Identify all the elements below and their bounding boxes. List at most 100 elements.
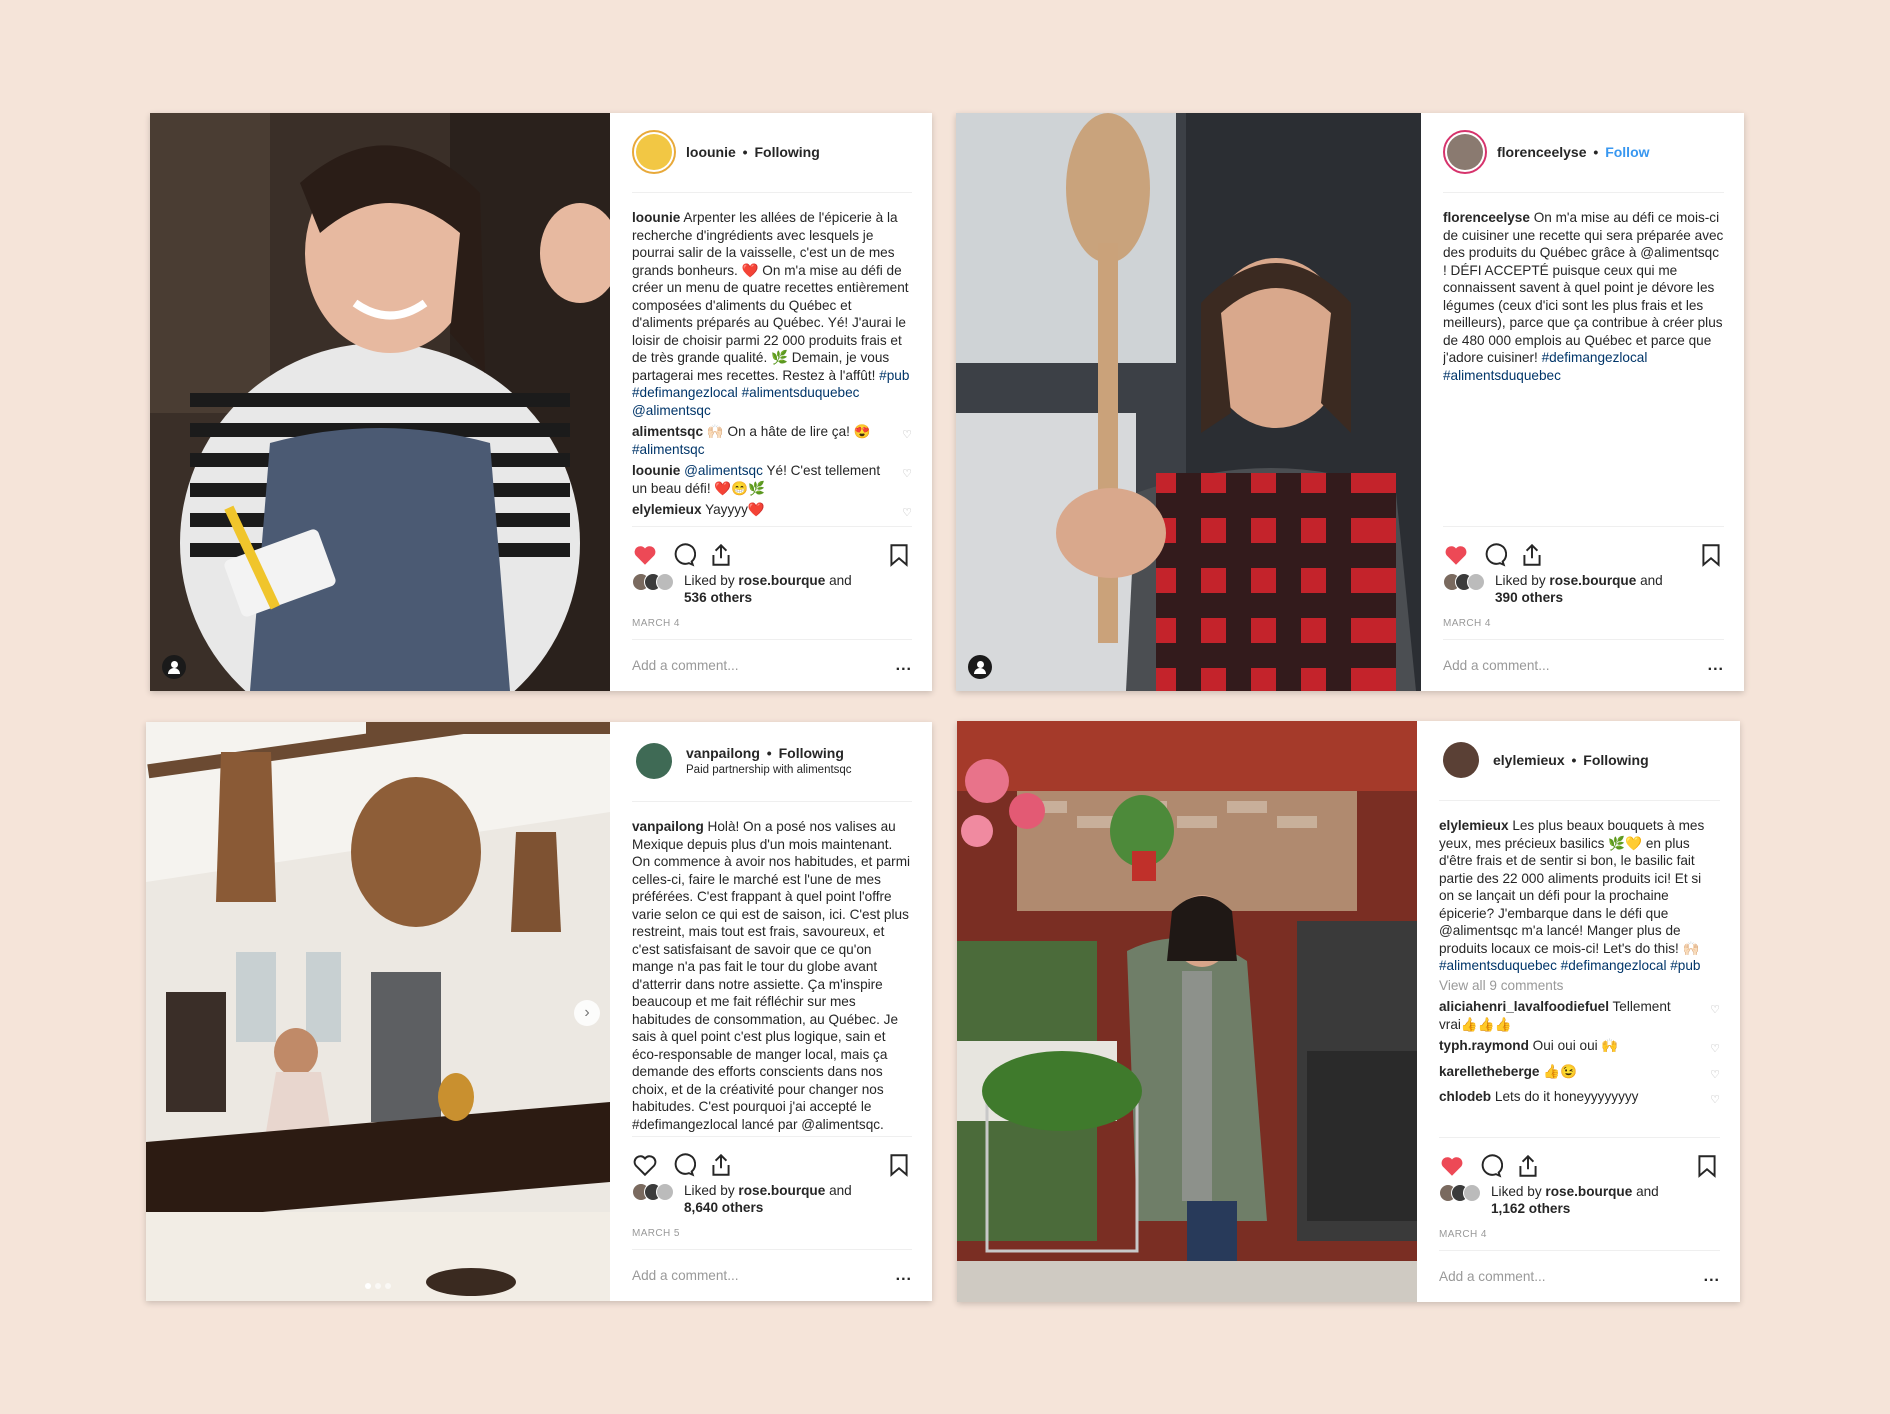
- add-comment-field[interactable]: Add a comment... ...: [632, 639, 912, 691]
- add-comment-field[interactable]: Add a comment... ...: [1439, 1250, 1720, 1302]
- follow-status[interactable]: Following: [1583, 752, 1648, 768]
- post-photo[interactable]: ›: [146, 722, 610, 1301]
- follow-status[interactable]: Following: [754, 144, 819, 160]
- comment-user[interactable]: karelletheberge: [1439, 1064, 1540, 1079]
- likes-summary: Liked by rose.bourque and 1,162 others: [1439, 1183, 1720, 1217]
- like-icon[interactable]: [632, 1152, 658, 1178]
- comment-icon[interactable]: [670, 1152, 696, 1178]
- bookmark-icon[interactable]: [1694, 1153, 1720, 1179]
- post-photo[interactable]: [150, 113, 610, 691]
- photo-woman-striped-shirt: [150, 113, 610, 691]
- comment-text: 🙌🏻 On a hâte de lire ça! 😍: [706, 424, 871, 439]
- paid-partnership-label[interactable]: Paid partnership with alimentsqc: [686, 764, 852, 776]
- add-comment-placeholder[interactable]: Add a comment...: [632, 1268, 739, 1283]
- comment-user[interactable]: typh.raymond: [1439, 1038, 1529, 1053]
- like-icon[interactable]: [1439, 1153, 1465, 1179]
- caption-user[interactable]: vanpailong: [632, 819, 704, 834]
- post-panel: vanpailong • Following Paid partnership …: [610, 722, 932, 1301]
- username[interactable]: florenceelyse: [1497, 144, 1587, 160]
- bookmark-icon[interactable]: [886, 542, 912, 568]
- comment-icon[interactable]: [1477, 1153, 1503, 1179]
- follow-status[interactable]: Following: [779, 745, 844, 761]
- likes-prefix: Liked by: [1495, 573, 1546, 588]
- comment-tag[interactable]: @alimentsqc: [684, 463, 763, 478]
- bookmark-icon[interactable]: [1698, 542, 1724, 568]
- comment: aliciahenri_lavalfoodiefuel Tellement vr…: [1439, 998, 1720, 1033]
- post-loounie: loounie • Following loounie Arpenter les…: [150, 113, 932, 691]
- likes-user[interactable]: rose.bourque: [738, 1183, 825, 1198]
- share-icon[interactable]: [1519, 542, 1545, 568]
- add-comment-placeholder[interactable]: Add a comment...: [1439, 1269, 1546, 1284]
- post-photo[interactable]: [956, 113, 1421, 691]
- caption-user[interactable]: elylemieux: [1439, 818, 1509, 833]
- user-tag-icon[interactable]: [968, 655, 992, 679]
- likes-user[interactable]: rose.bourque: [1545, 1184, 1632, 1199]
- comment-icon[interactable]: [1481, 542, 1507, 568]
- likes-summary: Liked by rose.bourque and 390 others: [1443, 572, 1724, 606]
- like-icon[interactable]: [1443, 542, 1469, 568]
- add-comment-placeholder[interactable]: Add a comment...: [1443, 658, 1550, 673]
- bookmark-icon[interactable]: [886, 1152, 912, 1178]
- comment-like-icon[interactable]: ♡: [1710, 1092, 1720, 1110]
- likes-and: and: [829, 573, 852, 588]
- post-body: loounie Arpenter les allées de l'épiceri…: [632, 193, 912, 526]
- post-photo[interactable]: [957, 721, 1417, 1302]
- username[interactable]: elylemieux: [1493, 752, 1565, 768]
- add-comment-field[interactable]: Add a comment... ...: [632, 1249, 912, 1301]
- likes-prefix: Liked by: [1491, 1184, 1542, 1199]
- comment-user[interactable]: alimentsqc: [632, 424, 703, 439]
- comment-like-icon[interactable]: ♡: [1710, 1067, 1720, 1085]
- comment-user[interactable]: loounie: [632, 463, 680, 478]
- caption-user[interactable]: florenceelyse: [1443, 210, 1530, 225]
- like-icon[interactable]: [632, 542, 658, 568]
- add-comment-placeholder[interactable]: Add a comment...: [632, 658, 739, 673]
- likes-others[interactable]: 536 others: [684, 590, 752, 605]
- comment-like-icon[interactable]: ♡: [1710, 1002, 1720, 1020]
- likes-others[interactable]: 8,640 others: [684, 1200, 763, 1215]
- comment: alimentsqc 🙌🏻 On a hâte de lire ça! 😍 #a…: [632, 423, 912, 458]
- likes-user[interactable]: rose.bourque: [738, 573, 825, 588]
- username[interactable]: vanpailong: [686, 745, 760, 761]
- share-icon[interactable]: [708, 542, 734, 568]
- more-options-icon[interactable]: ...: [896, 1267, 912, 1285]
- caption-tags[interactable]: #alimentsduquebec #defimangezlocal #pub: [1439, 958, 1701, 973]
- share-icon[interactable]: [708, 1152, 734, 1178]
- comment-like-icon[interactable]: ♡: [1710, 1041, 1720, 1059]
- post-florenceelyse: florenceelyse • Follow florenceelyse On …: [956, 113, 1744, 691]
- share-icon[interactable]: [1515, 1153, 1541, 1179]
- likes-and: and: [1640, 573, 1663, 588]
- add-comment-field[interactable]: Add a comment... ...: [1443, 639, 1724, 691]
- likes-user[interactable]: rose.bourque: [1549, 573, 1636, 588]
- caption-user[interactable]: loounie: [632, 210, 680, 225]
- comment-icon[interactable]: [670, 542, 696, 568]
- photo-kitchen-wicker-lamps: [146, 722, 610, 1301]
- action-bar: [1439, 1137, 1720, 1183]
- caption-text: Holà! On a posé nos valises au Mexique d…: [632, 819, 911, 1132]
- more-options-icon[interactable]: ...: [1708, 657, 1724, 675]
- likes-summary: Liked by rose.bourque and 536 others: [632, 572, 912, 606]
- liker-avatars: [1439, 1184, 1481, 1202]
- username[interactable]: loounie: [686, 144, 736, 160]
- more-options-icon[interactable]: ...: [896, 657, 912, 675]
- carousel-next-icon[interactable]: ›: [574, 999, 600, 1026]
- likes-others[interactable]: 1,162 others: [1491, 1201, 1570, 1216]
- user-tag-icon[interactable]: [162, 655, 186, 679]
- comment-like-icon[interactable]: ♡: [902, 505, 912, 523]
- avatar[interactable]: [1443, 129, 1487, 174]
- post-elylemieux: elylemieux • Following elylemieux Les pl…: [957, 721, 1740, 1302]
- comment-user[interactable]: aliciahenri_lavalfoodiefuel: [1439, 999, 1609, 1014]
- more-options-icon[interactable]: ...: [1704, 1268, 1720, 1286]
- comment-user[interactable]: chlodeb: [1439, 1089, 1491, 1104]
- likes-others[interactable]: 390 others: [1495, 590, 1563, 605]
- comment-tag[interactable]: #alimentsqc: [632, 442, 705, 457]
- comment-like-icon[interactable]: ♡: [902, 427, 912, 445]
- avatar[interactable]: [1439, 737, 1483, 782]
- caption: elylemieux Les plus beaux bouquets à mes…: [1439, 817, 1720, 975]
- avatar[interactable]: [632, 738, 676, 783]
- avatar[interactable]: [632, 129, 676, 174]
- follow-button[interactable]: Follow: [1605, 144, 1649, 160]
- post-body: elylemieux Les plus beaux bouquets à mes…: [1439, 801, 1720, 1137]
- view-all-comments-link[interactable]: View all 9 comments: [1439, 977, 1720, 995]
- comment-like-icon[interactable]: ♡: [902, 466, 912, 484]
- comment-user[interactable]: elylemieux: [632, 502, 702, 517]
